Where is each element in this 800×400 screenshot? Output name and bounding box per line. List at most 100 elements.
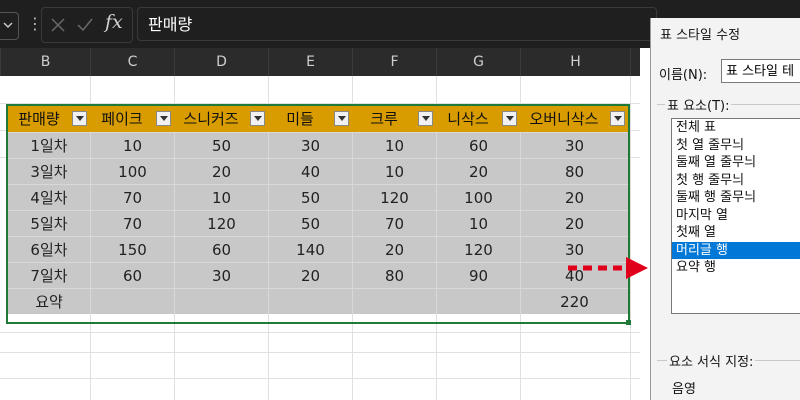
- table-cell[interactable]: 80: [352, 262, 436, 288]
- header-label: 판매량: [18, 110, 60, 128]
- table-cell[interactable]: 20: [520, 210, 628, 236]
- excel-table[interactable]: 판매량 페이크 스니커즈 미들 크루 니삭스 오버니삭스 1일차 10 50 3…: [6, 104, 630, 324]
- table-cell[interactable]: 20: [174, 158, 268, 184]
- name-box-dropdown[interactable]: [0, 12, 19, 40]
- formula-input[interactable]: 판매량: [137, 7, 657, 41]
- table-cell[interactable]: 100: [436, 184, 520, 210]
- table-cell[interactable]: 100: [90, 158, 174, 184]
- list-item[interactable]: 첫째 열: [672, 224, 800, 242]
- table-cell[interactable]: 40: [268, 158, 352, 184]
- filter-dropdown-button[interactable]: [156, 111, 171, 126]
- modify-table-style-dialog: 표 스타일 수정 이름(N): 표 스타일 테 표 요소(T): 전체 표 첫 …: [650, 18, 800, 400]
- table-cell[interactable]: 7일차: [8, 262, 90, 288]
- table-cell[interactable]: 120: [352, 184, 436, 210]
- table-header-cell[interactable]: 스니커즈: [174, 106, 268, 132]
- table-cell[interactable]: 60: [90, 262, 174, 288]
- table-cell[interactable]: 30: [174, 262, 268, 288]
- header-label: 니삭스: [447, 110, 489, 128]
- table-cell[interactable]: 10: [436, 210, 520, 236]
- chevron-down-icon: [3, 22, 13, 28]
- table-resize-handle[interactable]: [626, 320, 631, 325]
- summary-cell[interactable]: [352, 288, 436, 314]
- table-cell[interactable]: 50: [268, 210, 352, 236]
- summary-cell[interactable]: 220: [520, 288, 628, 314]
- column-header[interactable]: C: [90, 48, 174, 76]
- list-item[interactable]: 요약 행: [672, 259, 800, 277]
- summary-cell[interactable]: [174, 288, 268, 314]
- element-format-label: 요소 서식 지정:: [667, 351, 756, 370]
- list-item[interactable]: 첫 열 줄무늬: [672, 137, 800, 155]
- table-cell[interactable]: 6일차: [8, 236, 90, 262]
- column-header[interactable]: F: [352, 48, 436, 76]
- table-header-cell[interactable]: 미들: [268, 106, 352, 132]
- table-cell[interactable]: 140: [268, 236, 352, 262]
- table-cell[interactable]: 5일차: [8, 210, 90, 236]
- table-cell[interactable]: 150: [90, 236, 174, 262]
- table-cell[interactable]: 20: [436, 158, 520, 184]
- table-cell[interactable]: 10: [174, 184, 268, 210]
- header-label: 크루: [370, 110, 398, 128]
- cancel-icon[interactable]: [50, 17, 66, 33]
- table-cell[interactable]: 60: [436, 132, 520, 158]
- table-cell[interactable]: 4일차: [8, 184, 90, 210]
- style-name-input[interactable]: 표 스타일 테: [721, 59, 800, 83]
- table-cell[interactable]: 70: [90, 210, 174, 236]
- gridline: [0, 378, 640, 379]
- filter-dropdown-button[interactable]: [418, 111, 433, 126]
- table-cell[interactable]: 20: [520, 184, 628, 210]
- table-cell[interactable]: 20: [352, 236, 436, 262]
- header-label: 오버니삭스: [529, 110, 599, 128]
- table-cell[interactable]: 120: [436, 236, 520, 262]
- table-cell[interactable]: 90: [436, 262, 520, 288]
- table-header-cell[interactable]: 페이크: [90, 106, 174, 132]
- list-item[interactable]: 첫 행 줄무늬: [672, 172, 800, 190]
- table-header-cell[interactable]: 판매량: [8, 106, 90, 132]
- filter-dropdown-button[interactable]: [334, 111, 349, 126]
- table-elements-list[interactable]: 전체 표 첫 열 줄무늬 둘째 열 줄무늬 첫 행 줄무늬 둘째 행 줄무늬 마…: [671, 118, 800, 314]
- list-item[interactable]: 둘째 행 줄무늬: [672, 189, 800, 207]
- table-elements-label: 표 요소(T):: [665, 95, 732, 114]
- summary-cell[interactable]: [268, 288, 352, 314]
- filter-dropdown-button[interactable]: [610, 111, 625, 126]
- list-item[interactable]: 둘째 열 줄무늬: [672, 154, 800, 172]
- filter-dropdown-button[interactable]: [250, 111, 265, 126]
- insert-function-button[interactable]: fx: [105, 11, 123, 33]
- table-cell[interactable]: 80: [520, 158, 628, 184]
- table-header-cell[interactable]: 오버니삭스: [520, 106, 628, 132]
- filter-dropdown-button[interactable]: [72, 111, 87, 126]
- table-cell[interactable]: 1일차: [8, 132, 90, 158]
- table-cell[interactable]: 50: [268, 184, 352, 210]
- table-cell[interactable]: 70: [90, 184, 174, 210]
- column-header-row: B C D E F G H: [0, 48, 640, 76]
- column-header[interactable]: E: [268, 48, 352, 76]
- table-cell[interactable]: 10: [352, 132, 436, 158]
- summary-cell[interactable]: [436, 288, 520, 314]
- summary-cell[interactable]: 요약: [8, 288, 90, 314]
- table-header-cell[interactable]: 크루: [352, 106, 436, 132]
- table-cell[interactable]: 20: [268, 262, 352, 288]
- table-cell[interactable]: 60: [174, 236, 268, 262]
- column-header[interactable]: D: [174, 48, 268, 76]
- list-item[interactable]: 전체 표: [672, 119, 800, 137]
- table-cell[interactable]: 120: [174, 210, 268, 236]
- table-cell[interactable]: 70: [352, 210, 436, 236]
- column-header[interactable]: H: [520, 48, 630, 76]
- formula-tools: fx: [41, 7, 133, 43]
- enter-check-icon[interactable]: [76, 17, 94, 33]
- gridline: [630, 76, 631, 400]
- column-header[interactable]: G: [436, 48, 520, 76]
- shading-label: 음영: [672, 382, 696, 397]
- table-cell[interactable]: 50: [174, 132, 268, 158]
- table-cell[interactable]: 3일차: [8, 158, 90, 184]
- table-cell[interactable]: 30: [268, 132, 352, 158]
- table-header-cell[interactable]: 니삭스: [436, 106, 520, 132]
- table-cell[interactable]: 30: [520, 132, 628, 158]
- column-header[interactable]: B: [0, 48, 90, 76]
- table-cell[interactable]: 10: [352, 158, 436, 184]
- list-item-selected[interactable]: 머리글 행: [672, 241, 800, 259]
- list-item[interactable]: 마지막 열: [672, 207, 800, 225]
- dropdown-arrow-icon: [76, 116, 84, 121]
- table-cell[interactable]: 10: [90, 132, 174, 158]
- filter-dropdown-button[interactable]: [502, 111, 517, 126]
- summary-cell[interactable]: [90, 288, 174, 314]
